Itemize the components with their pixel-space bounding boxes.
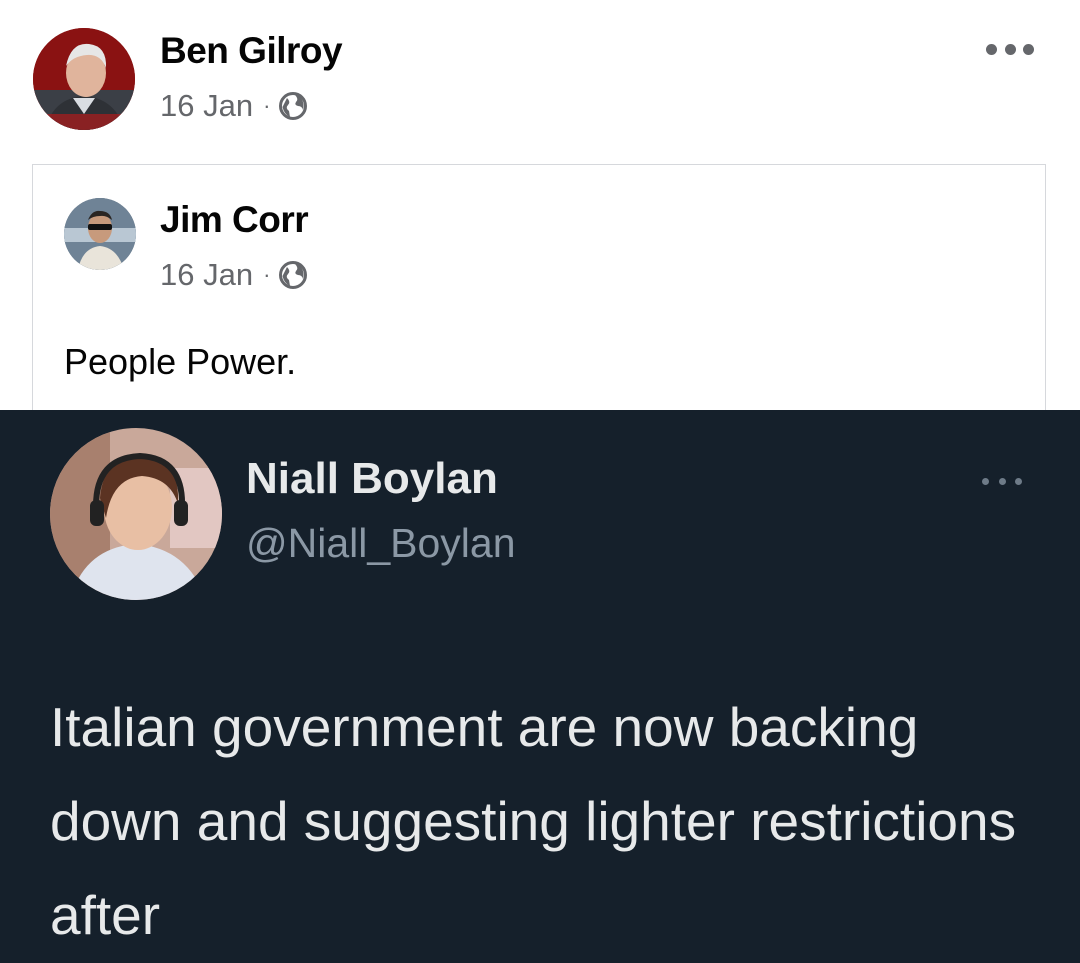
shared-author-name[interactable]: Jim Corr [160, 199, 309, 241]
poster-avatar[interactable] [33, 28, 135, 130]
tweet-author-avatar [50, 428, 222, 600]
shared-post-text: People Power. [64, 341, 297, 382]
globe-icon[interactable] [278, 91, 308, 121]
tweet-author-handle: @Niall_Boylan [246, 520, 516, 566]
poster-name[interactable]: Ben Gilroy [160, 30, 343, 72]
tweet-text: Italian government are now backing down … [50, 696, 1017, 946]
shared-author-avatar[interactable] [64, 198, 136, 270]
tweet-more-icon [982, 476, 1022, 486]
shared-post-meta: 16 Jan · [160, 257, 308, 293]
tweet-image[interactable]: Niall Boylan @Niall_Boylan Italian gover… [0, 410, 1080, 963]
shared-post-date[interactable]: 16 Jan [160, 257, 253, 293]
tweet-author-name: Niall Boylan [246, 454, 498, 503]
meta-separator: · [263, 262, 271, 287]
post-date[interactable]: 16 Jan [160, 88, 253, 124]
more-options-icon[interactable] [986, 42, 1034, 56]
post-meta: 16 Jan · [160, 88, 308, 124]
globe-icon[interactable] [278, 260, 308, 290]
facebook-post: Ben Gilroy 16 Jan · Jim Corr 16 Jan · Pe… [0, 0, 1080, 424]
meta-separator: · [263, 93, 271, 118]
